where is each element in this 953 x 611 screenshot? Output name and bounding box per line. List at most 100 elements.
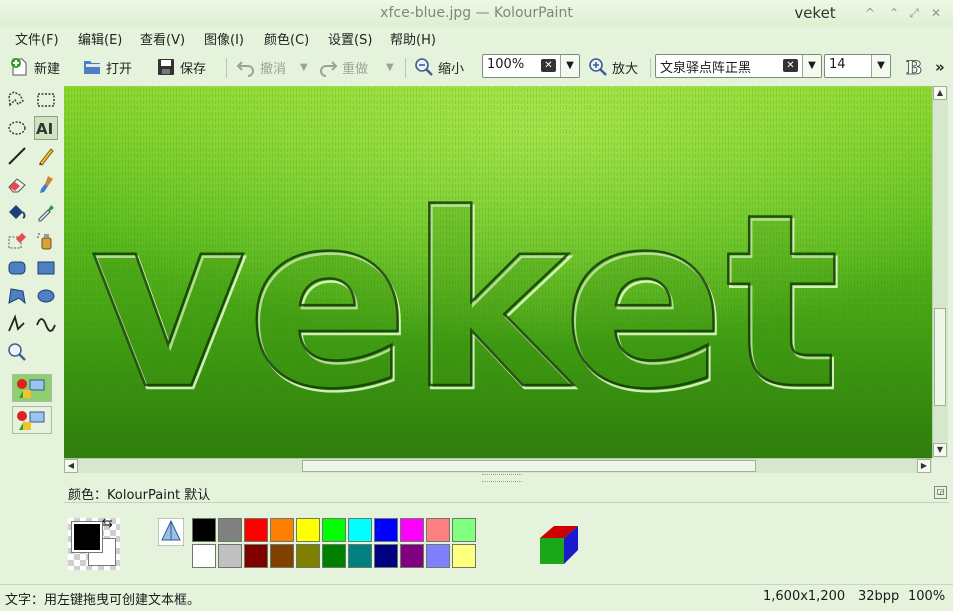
- zoom-icon: [8, 343, 26, 361]
- redo-history-dropdown[interactable]: ▼: [386, 55, 394, 79]
- foreground-color-swatch[interactable]: [71, 521, 103, 553]
- zoom-in-button[interactable]: 放大: [588, 55, 638, 79]
- font-size-combobox[interactable]: 14 ▼: [824, 54, 891, 78]
- font-family-combobox[interactable]: 文泉驿点阵正黑 ✕ ▼: [655, 54, 822, 78]
- undo-button[interactable]: 撤消: [236, 55, 286, 79]
- vertical-scroll-thumb[interactable]: [934, 308, 946, 406]
- redo-button[interactable]: 重做: [318, 55, 368, 79]
- palette-swatch[interactable]: [452, 544, 476, 568]
- tool-brush[interactable]: [34, 172, 58, 196]
- save-label: 保存: [180, 61, 207, 77]
- brush-icon: [40, 176, 53, 193]
- toolbar-overflow-button[interactable]: »: [935, 55, 945, 79]
- drawing-canvas[interactable]: veket veket: [64, 86, 932, 458]
- tool-ellipse-select[interactable]: [5, 116, 29, 140]
- tool-line[interactable]: [5, 144, 29, 168]
- horizontal-scroll-thumb[interactable]: [302, 460, 756, 472]
- horizontal-scrollbar[interactable]: ◀ ▶: [64, 458, 932, 473]
- tool-ellipse[interactable]: [34, 284, 58, 308]
- palette-swatch[interactable]: [348, 544, 372, 568]
- palette-swatch[interactable]: [192, 518, 216, 542]
- undo-label: 撤消: [260, 61, 287, 77]
- maximize-button[interactable]: ⤢: [906, 5, 922, 21]
- palette-swatch[interactable]: [348, 518, 372, 542]
- menu-image[interactable]: 图像(I): [204, 29, 244, 48]
- tool-color-eraser[interactable]: [5, 228, 29, 252]
- tool-text[interactable]: AI: [34, 116, 58, 140]
- tool-curve[interactable]: [34, 312, 58, 336]
- tool-flood-fill[interactable]: [5, 200, 29, 224]
- vertical-scrollbar[interactable]: ▲ ▼: [932, 86, 948, 458]
- tool-eraser[interactable]: [5, 172, 29, 196]
- tool-rect-select[interactable]: [34, 88, 58, 112]
- zoom-combobox[interactable]: 100% ✕ ▼: [482, 54, 580, 78]
- palette-swatch[interactable]: [374, 518, 398, 542]
- color-box-title: 颜色：KolourPaint 默认: [68, 488, 211, 503]
- menu-edit[interactable]: 编辑(E): [78, 29, 122, 48]
- tool-rounded-rect[interactable]: [5, 256, 29, 280]
- menu-view[interactable]: 查看(V): [140, 29, 185, 48]
- chevron-down-icon[interactable]: ▼: [802, 55, 821, 77]
- palette-swatch[interactable]: [400, 544, 424, 568]
- chevron-down-icon[interactable]: ▼: [871, 55, 890, 77]
- tool-zoom[interactable]: [5, 340, 29, 364]
- palette-swatch[interactable]: [218, 518, 242, 542]
- menu-help[interactable]: 帮助(H): [390, 29, 436, 48]
- scroll-up-icon[interactable]: ▲: [933, 86, 947, 100]
- clear-icon[interactable]: ✕: [541, 59, 556, 72]
- close-button[interactable]: ✕: [928, 5, 944, 21]
- menu-colors[interactable]: 颜色(C): [264, 29, 309, 48]
- chevron-down-icon[interactable]: ▼: [560, 55, 579, 77]
- palette-swatch[interactable]: [374, 544, 398, 568]
- shade-button[interactable]: ^: [862, 5, 878, 21]
- swap-colors-icon[interactable]: ⇆: [102, 516, 113, 531]
- zoom-out-label: 缩小: [438, 61, 465, 77]
- chevron-down-icon: ▼: [300, 61, 308, 73]
- palette-swatch[interactable]: [244, 518, 268, 542]
- menu-settings[interactable]: 设置(S): [328, 29, 372, 48]
- palette-swatch[interactable]: [426, 518, 450, 542]
- palette-swatch[interactable]: [192, 544, 216, 568]
- opaque-selection-option[interactable]: [12, 374, 52, 402]
- tool-color-picker[interactable]: [34, 200, 58, 224]
- splitter-handle[interactable]: [482, 474, 522, 482]
- ellipse-icon: [37, 289, 55, 303]
- palette-swatch[interactable]: [296, 518, 320, 542]
- zoom-out-button[interactable]: 缩小: [414, 55, 464, 79]
- selection-mode-icon: [17, 411, 45, 430]
- save-button[interactable]: 保存: [156, 55, 206, 79]
- tool-rectangle[interactable]: [34, 256, 58, 280]
- palette-swatch[interactable]: [218, 544, 242, 568]
- transparent-selection-option[interactable]: [12, 406, 52, 434]
- open-button[interactable]: 打开: [82, 55, 132, 79]
- menu-file[interactable]: 文件(F): [15, 29, 59, 48]
- tool-connected-lines[interactable]: [5, 312, 29, 336]
- transparent-color-icon[interactable]: [158, 518, 184, 546]
- scroll-right-icon[interactable]: ▶: [917, 459, 931, 473]
- palette-swatch[interactable]: [426, 544, 450, 568]
- tool-free-select[interactable]: [5, 88, 29, 112]
- palette-swatch[interactable]: [270, 518, 294, 542]
- color-similarity-cube-icon[interactable]: [538, 524, 580, 566]
- tool-pen[interactable]: [34, 144, 58, 168]
- new-button[interactable]: 新建: [10, 55, 60, 79]
- minimize-button[interactable]: ⌃: [886, 5, 902, 21]
- tool-polygon[interactable]: [5, 284, 29, 308]
- open-folder-icon: [84, 61, 100, 74]
- scroll-down-icon[interactable]: ▼: [933, 443, 947, 457]
- bold-button[interactable]: B: [904, 55, 924, 79]
- palette-swatch[interactable]: [244, 544, 268, 568]
- palette-swatch[interactable]: [296, 544, 320, 568]
- palette-swatch[interactable]: [322, 518, 346, 542]
- clear-icon[interactable]: ✕: [783, 59, 798, 72]
- ellipse-select-icon: [8, 121, 26, 135]
- palette-swatch[interactable]: [452, 518, 476, 542]
- new-file-icon: [11, 58, 27, 76]
- palette-swatch[interactable]: [400, 518, 424, 542]
- scroll-left-icon[interactable]: ◀: [64, 459, 78, 473]
- palette-swatch[interactable]: [322, 544, 346, 568]
- undock-icon[interactable]: ◲: [934, 486, 947, 499]
- tool-spraycan[interactable]: [34, 228, 58, 252]
- undo-history-dropdown[interactable]: ▼: [300, 55, 308, 79]
- palette-swatch[interactable]: [270, 544, 294, 568]
